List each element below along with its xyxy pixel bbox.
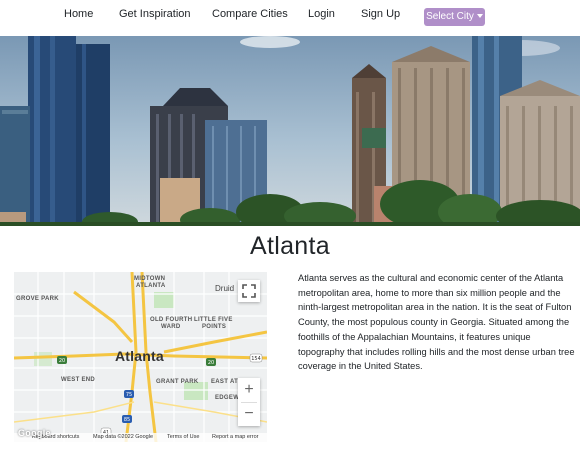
map-label-midtown-atlanta: ATLANTA — [136, 283, 166, 289]
map-zoom-controls: + − — [238, 378, 260, 426]
select-city-dropdown[interactable]: Select City — [424, 8, 485, 26]
city-title: Atlanta — [250, 232, 330, 260]
skyline-illustration — [0, 36, 580, 226]
map-attribution-bar: Keyboard shortcuts Map data ©2022 Google… — [14, 433, 267, 442]
map-fullscreen-button[interactable] — [238, 280, 260, 302]
map-city-label: Atlanta — [115, 348, 164, 364]
city-map[interactable]: 20 75 20 154 85 41 MIDTOWN ATLANTA GROVE… — [14, 272, 267, 442]
svg-text:85: 85 — [124, 417, 130, 423]
nav-home-link[interactable]: Home — [64, 8, 93, 20]
map-label-midtown: MIDTOWN — [134, 276, 166, 282]
caret-down-icon — [476, 14, 483, 19]
svg-text:20: 20 — [59, 358, 65, 364]
svg-text:154: 154 — [251, 356, 261, 362]
terms-of-use-link[interactable]: Terms of Use — [167, 433, 199, 442]
nav-get-inspiration-link[interactable]: Get Inspiration — [119, 8, 191, 20]
map-label-grant-park: GRANT PARK — [156, 379, 199, 385]
map-data-text: Map data ©2022 Google — [93, 434, 154, 440]
navbar: Home Get Inspiration Compare Cities Logi… — [0, 0, 580, 36]
map-label-old-fourth: OLD FOURTH — [150, 317, 193, 323]
map-label-grove-park: GROVE PARK — [16, 296, 59, 302]
map-zoom-out-button[interactable]: − — [238, 402, 260, 426]
map-zoom-in-button[interactable]: + — [238, 378, 260, 402]
select-city-label: Select City — [426, 11, 474, 22]
nav-signup-link[interactable]: Sign Up — [361, 8, 400, 20]
svg-text:20: 20 — [208, 360, 214, 366]
report-map-error-link[interactable]: Report a map error — [212, 433, 258, 442]
svg-text:75: 75 — [126, 392, 132, 398]
hero-skyline-image — [0, 36, 580, 226]
city-description: Atlanta serves as the cultural and econo… — [298, 273, 575, 372]
map-label-druid: Druid — [215, 284, 235, 293]
map-label-west-end: WEST END — [61, 377, 96, 383]
nav-compare-cities-link[interactable]: Compare Cities — [212, 8, 288, 20]
map-label-points: POINTS — [202, 324, 227, 330]
map-label-east-atl: EAST AT — [211, 379, 239, 385]
google-logo[interactable]: Google — [18, 428, 51, 438]
nav-login-link[interactable]: Login — [308, 8, 335, 20]
map-label-ward: WARD — [161, 324, 181, 330]
fullscreen-icon — [242, 284, 256, 298]
map-label-little-five: LITTLE FIVE — [194, 317, 233, 323]
